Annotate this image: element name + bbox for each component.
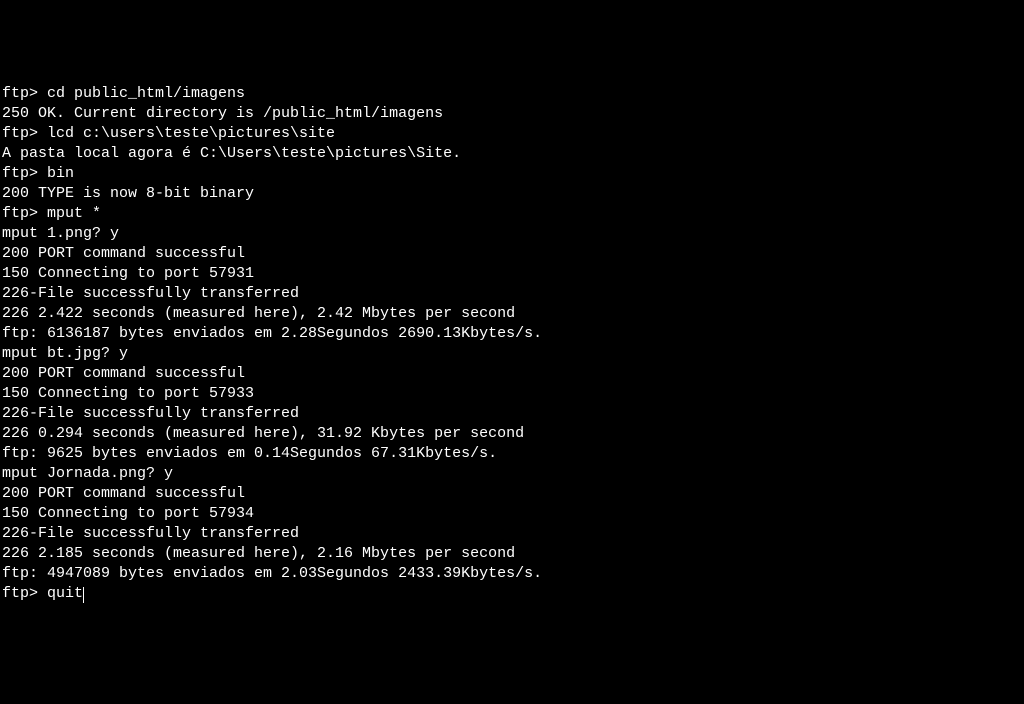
terminal-line: 200 PORT command successful bbox=[2, 364, 1022, 384]
terminal-line: 226-File successfully transferred bbox=[2, 284, 1022, 304]
terminal-line: mput bt.jpg? y bbox=[2, 344, 1022, 364]
terminal-line: 226-File successfully transferred bbox=[2, 404, 1022, 424]
terminal-line: 150 Connecting to port 57933 bbox=[2, 384, 1022, 404]
terminal-cursor-icon bbox=[83, 587, 84, 603]
terminal-line: 150 Connecting to port 57931 bbox=[2, 264, 1022, 284]
terminal-line: ftp> bin bbox=[2, 164, 1022, 184]
terminal-line: 200 PORT command successful bbox=[2, 244, 1022, 264]
terminal-line: ftp: 4947089 bytes enviados em 2.03Segun… bbox=[2, 564, 1022, 584]
terminal-line: ftp> mput * bbox=[2, 204, 1022, 224]
terminal-line: 226 0.294 seconds (measured here), 31.92… bbox=[2, 424, 1022, 444]
terminal-line: mput Jornada.png? y bbox=[2, 464, 1022, 484]
terminal-line: 250 OK. Current directory is /public_htm… bbox=[2, 104, 1022, 124]
terminal-window[interactable]: ftp> cd public_html/imagens250 OK. Curre… bbox=[2, 84, 1022, 604]
terminal-line: ftp: 9625 bytes enviados em 0.14Segundos… bbox=[2, 444, 1022, 464]
terminal-line: 200 TYPE is now 8-bit binary bbox=[2, 184, 1022, 204]
terminal-line: 200 PORT command successful bbox=[2, 484, 1022, 504]
terminal-line: 150 Connecting to port 57934 bbox=[2, 504, 1022, 524]
terminal-line: ftp: 6136187 bytes enviados em 2.28Segun… bbox=[2, 324, 1022, 344]
terminal-line: ftp> cd public_html/imagens bbox=[2, 84, 1022, 104]
terminal-line: 226-File successfully transferred bbox=[2, 524, 1022, 544]
terminal-line: 226 2.185 seconds (measured here), 2.16 … bbox=[2, 544, 1022, 564]
terminal-line: ftp> lcd c:\users\teste\pictures\site bbox=[2, 124, 1022, 144]
terminal-line: A pasta local agora é C:\Users\teste\pic… bbox=[2, 144, 1022, 164]
terminal-current-line[interactable]: ftp> quit bbox=[2, 584, 1022, 604]
terminal-line: 226 2.422 seconds (measured here), 2.42 … bbox=[2, 304, 1022, 324]
terminal-line: mput 1.png? y bbox=[2, 224, 1022, 244]
terminal-input-text: ftp> quit bbox=[2, 585, 83, 602]
